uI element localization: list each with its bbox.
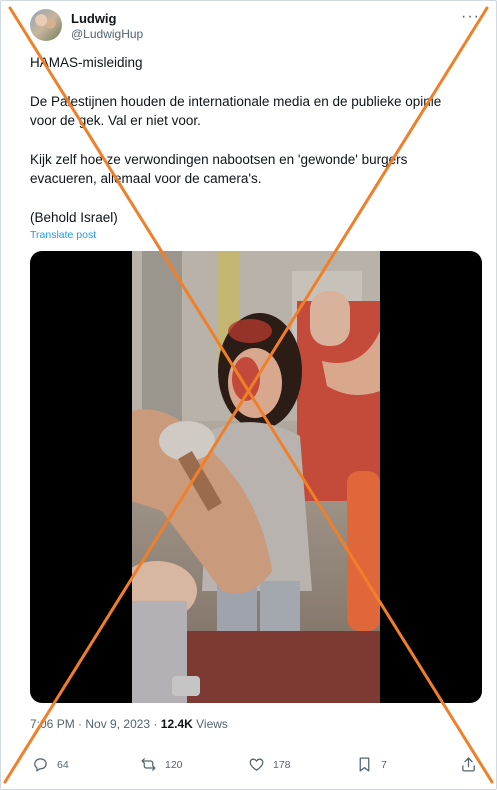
video-still-image: [132, 251, 380, 703]
more-options-icon[interactable]: ···: [461, 9, 480, 25]
like-count: 178: [273, 758, 291, 771]
meta-separator: ·: [74, 717, 86, 731]
heart-icon: [249, 758, 264, 771]
video-player[interactable]: [30, 251, 482, 703]
author-block[interactable]: Ludwig @LudwigHup: [71, 11, 143, 42]
tweet-date[interactable]: Nov 9, 2023: [85, 717, 150, 731]
bookmark-button[interactable]: 7: [356, 756, 387, 773]
share-icon: [462, 757, 475, 772]
reply-count: 64: [57, 758, 69, 771]
tweet-paragraph: Kijk zelf hoe ze verwondingen nabootsen …: [30, 152, 408, 186]
repost-button[interactable]: 120: [140, 756, 183, 773]
action-bar: 64 120 178 7: [30, 756, 482, 778]
author-display-name[interactable]: Ludwig: [71, 11, 143, 27]
video-still: [132, 251, 380, 703]
repost-count: 120: [165, 758, 183, 771]
reply-button[interactable]: 64: [32, 756, 69, 773]
tweet-text: HAMAS-misleiding De Palestijnen houden d…: [30, 53, 470, 227]
tweet-meta: 7:06 PM · Nov 9, 2023 · 12.4K Views: [30, 717, 228, 731]
tweet-paragraph: De Palestijnen houden de internationale …: [30, 94, 442, 128]
like-button[interactable]: 178: [248, 756, 291, 773]
reply-icon: [34, 758, 47, 772]
views-label: Views: [192, 717, 228, 731]
tweet-card: Ludwig @LudwigHup ··· HAMAS-misleiding D…: [0, 0, 497, 790]
views-count: 12.4K: [160, 717, 193, 731]
tweet-header: Ludwig @LudwigHup ···: [30, 9, 484, 45]
avatar[interactable]: [30, 9, 62, 41]
tweet-paragraph: (Behold Israel): [30, 210, 118, 225]
author-handle[interactable]: @LudwigHup: [71, 27, 143, 42]
bookmark-count: 7: [381, 758, 387, 771]
repost-icon: [141, 758, 156, 771]
tweet-time[interactable]: 7:06 PM: [30, 717, 75, 731]
tweet-paragraph: HAMAS-misleiding: [30, 55, 143, 70]
bookmark-icon: [359, 757, 370, 772]
translate-post-link[interactable]: Translate post: [30, 229, 96, 241]
meta-separator: ·: [150, 717, 161, 731]
share-button[interactable]: [460, 756, 477, 773]
